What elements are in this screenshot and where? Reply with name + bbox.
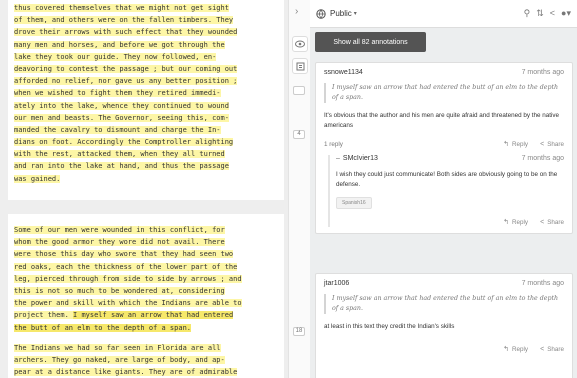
reply-button[interactable]: ↰ Reply (503, 140, 528, 149)
document-text-line: project them. I myself saw an arrow that… (14, 311, 234, 320)
document-text-line: with the rest, attacked them, when they … (14, 150, 225, 159)
document-text-line: red oaks, each the thickness of the lowe… (14, 262, 238, 271)
annotation-quote: I myself saw an arrow that had entered t… (324, 83, 564, 103)
annotation-reply: – SMcIvier13 7 months ago I wish they cou… (328, 155, 564, 227)
annotation-username[interactable]: ssnowe1134 (324, 69, 363, 76)
document-text-line: when we wished to fight them they retire… (14, 89, 221, 98)
reply-icon: ↰ (503, 219, 509, 226)
share-button[interactable]: < Share (540, 141, 564, 148)
share-icon[interactable]: < (550, 8, 555, 18)
annotation-bucket[interactable] (293, 86, 305, 95)
annotation-quote: I myself saw an arrow that had entered t… (324, 294, 564, 314)
document-page: thus covered themselves that we might no… (8, 0, 284, 200)
sort-icon[interactable]: ⇅ (536, 8, 544, 18)
globe-icon (316, 8, 326, 19)
document-text-line: afforded no relief, nor gave us any bett… (14, 77, 238, 86)
document-text-line: archers. They go naked, are large of bod… (14, 355, 225, 364)
search-icon[interactable]: ⚲ (524, 8, 531, 18)
document-text-line: leg, pierced through from side to side b… (14, 274, 242, 283)
document-text-line: whom the good armor they wore did not av… (14, 238, 225, 247)
annotation-card[interactable]: ssnowe1134 7 months ago I myself saw an … (315, 62, 573, 234)
document-text-line: our men and beasts. The Governor, seeing… (14, 113, 229, 122)
document-text-line: this is not so much to be wondered at, c… (14, 286, 225, 295)
collapse-toggle-icon[interactable]: – (336, 155, 340, 162)
sidebar-top-bar: Public ▾ ⚲ ⇅ < ●▾ (310, 0, 577, 28)
reply-body: I wish they could just communicate! Both… (336, 171, 558, 188)
document-text-line: the power and skill with which the India… (14, 299, 242, 308)
caret-down-icon[interactable]: ▾ (354, 10, 357, 17)
user-icon[interactable]: ●▾ (561, 8, 571, 18)
document-page: Some of our men were wounded in this con… (8, 214, 284, 378)
sidebar-gutter: › (288, 0, 310, 378)
annotation-tag[interactable]: Spanish16 (336, 197, 372, 209)
document-text-line: manded the cavalry to dismount and charg… (14, 125, 221, 134)
document-text-line: drove their arrows with such effect that… (14, 28, 238, 37)
chevron-right-icon[interactable]: › (295, 6, 298, 17)
new-note-icon[interactable] (292, 58, 308, 74)
reply-icon: ↰ (503, 141, 509, 148)
annotation-bucket[interactable]: 18 (293, 327, 305, 336)
document-pane: thus covered themselves that we might no… (0, 0, 288, 378)
document-text-line: lake they took our guide. They now follo… (14, 52, 217, 61)
group-selector[interactable]: Public (330, 9, 352, 18)
share-icon: < (540, 140, 545, 148)
document-text-line: many men and horses, and before we got t… (14, 40, 225, 49)
share-button[interactable]: < Share (540, 346, 564, 353)
reply-username[interactable]: SMcIvier13 (343, 155, 378, 162)
reply-timestamp[interactable]: 7 months ago (522, 155, 564, 162)
document-text-line: pear at a distance like giants. They are… (14, 368, 238, 377)
share-icon: < (540, 218, 545, 226)
annotation-card[interactable]: jtar1006 7 months ago I myself saw an ar… (315, 273, 573, 378)
annotation-bucket[interactable]: 4 (293, 130, 305, 139)
reply-icon: ↰ (503, 346, 509, 353)
reply-button[interactable]: ↰ Reply (503, 218, 528, 227)
document-text-line: was gained. (14, 174, 61, 183)
document-text-line: the butt of an elm to the depth of a spa… (14, 323, 192, 332)
document-text-line: of them, and others were on the fallen t… (14, 16, 234, 25)
document-text-line (14, 334, 280, 342)
annotation-username[interactable]: jtar1006 (324, 280, 349, 287)
annotation-body: It's obvious that the author and his men… (324, 112, 560, 129)
document-text-line: dians on foot. Accordingly the Comptroll… (14, 138, 234, 147)
annotation-timestamp[interactable]: 7 months ago (522, 280, 564, 287)
document-text-line: ately into the lake, whence they continu… (14, 101, 229, 110)
share-icon: < (540, 345, 545, 353)
document-text-line: were those this day who swore that they … (14, 250, 234, 259)
document-text-line: and ran into the lake at hand, and thus … (14, 162, 229, 171)
eye-icon[interactable] (292, 36, 308, 52)
document-text-line: The Indians we had so far seen in Florid… (14, 343, 221, 352)
replies-count[interactable]: 1 reply (324, 141, 491, 148)
document-text-line: deavoring to contest the passage ; but o… (14, 64, 238, 73)
annotation-timestamp[interactable]: 7 months ago (522, 69, 564, 76)
document-text-line: thus covered themselves that we might no… (14, 4, 229, 12)
annotation-body: at least in this text they credit the In… (324, 323, 455, 330)
annotation-sidebar: Public ▾ ⚲ ⇅ < ●▾ Show all 82 annotation… (310, 0, 577, 378)
show-all-annotations-button[interactable]: Show all 82 annotations (315, 32, 426, 52)
document-text-line: Some of our men were wounded in this con… (14, 226, 225, 234)
reply-button[interactable]: ↰ Reply (503, 345, 528, 354)
share-button[interactable]: < Share (540, 219, 564, 226)
